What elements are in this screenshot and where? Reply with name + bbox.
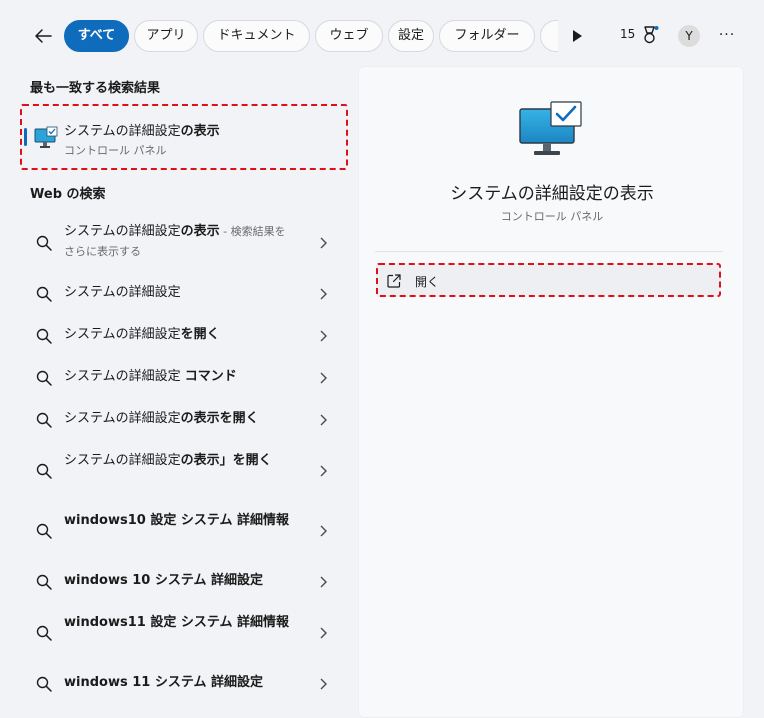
best-match-title: システムの詳細設定の表示 [64,124,220,139]
rewards-icon[interactable] [642,25,660,45]
search-icon [36,676,52,692]
detail-subtitle: コントロール パネル [500,210,604,223]
selection-indicator [24,128,27,146]
filter-apps[interactable]: アプリ [134,20,198,52]
control-panel-monitor-icon [34,126,58,148]
best-match-heading: 最も一致する検索結果 [30,81,161,96]
search-icon [36,235,52,251]
filter-folders[interactable]: フォルダー [439,20,535,52]
chevron-right-icon [320,576,327,588]
web-result-1[interactable]: システムの詳細設定 [22,280,344,308]
web-search-heading: Web の検索 [30,187,106,202]
web-result-2[interactable]: システムの詳細設定を開く [22,322,344,350]
web-result-text: システムの詳細設定の表示」を開く [64,453,272,468]
search-icon [36,370,52,386]
chevron-right-icon [320,288,327,300]
web-result-text: システムの詳細設定の表示 - 検索結果をさらに表示する [64,224,286,258]
search-icon [36,412,52,428]
web-result-3[interactable]: システムの詳細設定 コマンド [22,364,344,392]
web-result-text: windows 11 システム 詳細設定 [64,675,263,690]
filter-web[interactable]: ウェブ [315,20,383,52]
filter-pills: すべて アプリ ドキュメント ウェブ 設定 フォルダー [64,20,558,52]
web-result-text: windows10 設定 システム 詳細情報 [64,513,289,528]
open-button[interactable]: 開く [376,263,721,297]
detail-title: システムの詳細設定の表示 [450,184,654,204]
chevron-right-icon [320,525,327,537]
web-result-8[interactable]: windows11 設定 システム 詳細情報 [22,610,344,656]
web-result-text: システムの詳細設定 [64,285,181,300]
chevron-right-icon [320,627,327,639]
chevron-right-icon [320,414,327,426]
search-filter-bar: すべて アプリ ドキュメント ウェブ 設定 フォルダー 15 Y ··· [0,0,764,70]
web-result-text: システムの詳細設定の表示を開く [64,411,259,426]
chevron-right-icon [320,330,327,342]
best-match-subtitle: コントロール パネル [64,144,167,157]
chevron-right-icon [320,465,327,477]
control-panel-monitor-icon [519,101,582,155]
filter-settings[interactable]: 設定 [388,20,434,52]
search-icon [36,463,52,479]
more-options-button[interactable]: ··· [716,25,738,47]
chevron-right-icon [320,678,327,690]
scroll-filters-button[interactable] [566,25,588,47]
web-result-9[interactable]: windows 11 システム 詳細設定 [22,670,344,698]
filter-documents[interactable]: ドキュメント [203,20,310,52]
best-match-result[interactable]: システムの詳細設定の表示 コントロール パネル [20,104,348,170]
divider [375,251,723,252]
web-result-text: windows 10 システム 詳細設定 [64,573,263,588]
web-result-7[interactable]: windows 10 システム 詳細設定 [22,568,344,596]
chevron-right-icon [320,237,327,249]
chevron-right-icon [320,372,327,384]
web-result-5[interactable]: システムの詳細設定の表示」を開く [22,448,344,494]
back-button[interactable] [28,22,58,50]
filter-more-partial[interactable] [540,20,558,52]
back-arrow-icon [35,29,52,43]
detail-panel: システムの詳細設定の表示 コントロール パネル 開く [358,66,744,718]
web-result-6[interactable]: windows10 設定 システム 詳細情報 [22,508,344,554]
search-icon [36,574,52,590]
search-icon [36,328,52,344]
open-external-icon [387,274,401,288]
web-result-4[interactable]: システムの詳細設定の表示を開く [22,406,344,434]
filter-all[interactable]: すべて [64,20,129,52]
search-icon [36,523,52,539]
search-icon [36,625,52,641]
rewards-count: 15 [620,27,636,41]
web-result-text: windows11 設定 システム 詳細情報 [64,615,289,630]
web-result-text: システムの詳細設定 コマンド [64,369,237,384]
avatar[interactable]: Y [678,25,700,47]
search-icon [36,286,52,302]
web-result-text: システムの詳細設定を開く [64,327,220,342]
play-icon [573,30,582,42]
web-result-0[interactable]: システムの詳細設定の表示 - 検索結果をさらに表示する [22,218,344,268]
open-label: 開く [415,275,440,289]
